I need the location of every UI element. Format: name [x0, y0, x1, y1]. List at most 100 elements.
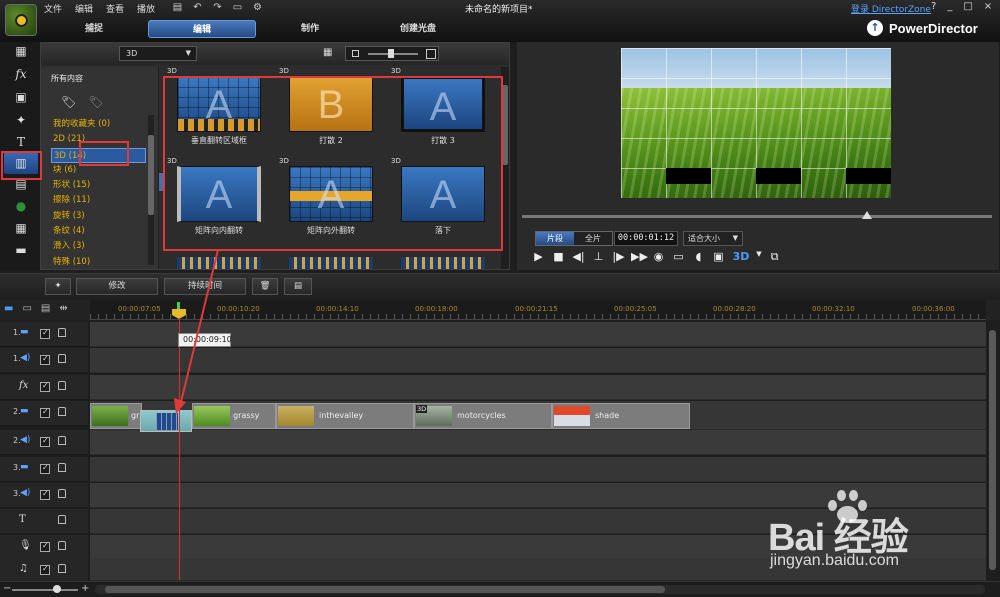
timeline-horizontal-scrollbar[interactable] [95, 585, 985, 594]
transition-type-dropdown[interactable]: 3D ▼ [119, 46, 197, 61]
menu-edit[interactable]: 编辑 [75, 2, 93, 15]
timecode-display[interactable]: 00:00:01:12 [614, 231, 678, 246]
slider-thumb[interactable] [388, 49, 394, 58]
3d-mode-icon[interactable]: 3D [731, 250, 751, 264]
track-enable-checkbox[interactable] [40, 489, 50, 500]
preview-seek-bar[interactable] [522, 215, 992, 218]
add-tag-icon[interactable]: 🏷 [61, 95, 76, 109]
zoom-in-icon[interactable]: + [81, 583, 89, 594]
fast-forward-icon[interactable]: ▶▶ [631, 250, 648, 264]
directorzone-login-link[interactable]: 登录 DirectorZone [851, 2, 931, 15]
lock-icon[interactable] [58, 381, 66, 390]
monitor-icon[interactable]: ▭ [671, 250, 686, 264]
duration-button[interactable]: 持续时间 [164, 278, 246, 295]
dropped-transition[interactable] [140, 410, 192, 432]
tab-capture[interactable]: 捕捉 [40, 20, 148, 38]
lock-icon[interactable] [58, 463, 66, 472]
particle-room-icon[interactable]: ✦ [11, 112, 31, 128]
undock-icon[interactable]: ⧉ [767, 250, 782, 264]
media-room-icon[interactable]: ▦ [11, 43, 31, 59]
track-enable-checkbox[interactable] [40, 463, 50, 474]
track-enable-checkbox[interactable] [40, 328, 50, 339]
lock-icon[interactable] [58, 328, 66, 337]
fullscreen-icon[interactable]: ▣ [711, 250, 726, 264]
menu-view[interactable]: 查看 [106, 2, 124, 15]
zoom-slider-knob[interactable] [53, 585, 61, 593]
lock-icon[interactable] [58, 436, 66, 445]
track-lane-fx[interactable] [90, 375, 986, 400]
fit-timeline-icon[interactable]: ⇹ [59, 303, 67, 314]
track-enable-checkbox[interactable] [40, 354, 50, 365]
track-lane-audio-2[interactable] [90, 430, 986, 455]
remove-tag-icon[interactable]: 🏷 [88, 95, 103, 109]
maximize-button[interactable]: □ [963, 1, 972, 12]
split-icon[interactable]: ⊥ [591, 250, 606, 264]
zoom-out-icon[interactable]: − [3, 583, 11, 594]
help-button[interactable]: ? [931, 1, 936, 12]
category-wipe[interactable]: 擦除 (11) [51, 193, 146, 208]
zoom-slider-track[interactable] [12, 589, 78, 591]
delete-trash-icon[interactable]: 🗑 [252, 278, 278, 295]
chapter-room-icon[interactable]: ▦ [11, 220, 31, 236]
modify-button[interactable]: 修改 [76, 278, 158, 295]
stop-icon[interactable]: ■ [551, 250, 566, 264]
settings-gear-icon[interactable]: ⚙ [252, 2, 263, 13]
track-lane-audio-1[interactable] [90, 348, 986, 373]
clip-mode-button[interactable]: 片段 [536, 232, 574, 245]
lock-icon[interactable] [58, 407, 66, 416]
subtitle-room-icon[interactable]: ▬ [11, 242, 31, 258]
partial-thumb[interactable] [289, 257, 373, 269]
tab-produce[interactable]: 制作 [256, 20, 364, 38]
partial-thumb[interactable] [177, 257, 261, 269]
menu-play[interactable]: 播放 [137, 2, 155, 15]
timeline-view-icon[interactable]: ▬ [4, 303, 13, 314]
play-icon[interactable]: ▶ [531, 250, 546, 264]
category-scrollbar[interactable] [148, 115, 154, 265]
movie-mode-button[interactable]: 全片 [574, 232, 612, 245]
track-enable-checkbox[interactable] [40, 381, 50, 392]
category-rotate[interactable]: 旋转 (3) [51, 209, 146, 224]
timeline-ruler[interactable]: 00:00:07:05 00:00:10:20 00:00:14:10 00:0… [90, 300, 986, 320]
timeline-clip[interactable]: shade [552, 403, 690, 429]
aspect-ratio-icon[interactable]: ▭ [232, 2, 243, 13]
magic-tool-icon[interactable]: ✦ [45, 278, 71, 295]
snapshot-icon[interactable]: ◉ [651, 250, 666, 264]
track-lane-video-3[interactable] [90, 457, 986, 482]
undo-icon[interactable]: ↶ [192, 2, 203, 13]
more-options-icon[interactable]: ▤ [284, 278, 312, 295]
storyboard-view-icon[interactable]: ▭ [22, 303, 31, 314]
timeline-clip[interactable]: grassy [192, 403, 276, 429]
category-special[interactable]: 特殊 (10) [51, 255, 146, 270]
lock-icon[interactable] [58, 489, 66, 498]
next-frame-icon[interactable]: |▶ [611, 250, 626, 264]
fit-size-dropdown[interactable]: 适合大小 ▼ [683, 231, 743, 246]
lock-icon[interactable] [58, 541, 66, 550]
category-stripe[interactable]: 条纹 (4) [51, 224, 146, 239]
category-favorites[interactable]: 我的收藏夹 (0) [51, 117, 146, 132]
track-enable-checkbox[interactable] [40, 407, 50, 418]
menu-file[interactable]: 文件 [44, 2, 62, 15]
category-shape[interactable]: 形状 (15) [51, 178, 146, 193]
minimize-button[interactable]: _ [947, 1, 952, 12]
lock-icon[interactable] [58, 564, 66, 573]
voiceover-room-icon[interactable]: ● [11, 198, 31, 214]
tab-create-disc[interactable]: 创建光盘 [364, 20, 472, 38]
thumbnail-size-slider[interactable] [345, 46, 439, 61]
close-button[interactable]: × [984, 1, 992, 12]
chevron-down-icon[interactable]: ▼ [756, 250, 762, 264]
seek-handle[interactable] [862, 211, 872, 219]
lock-icon[interactable] [58, 354, 66, 363]
track-enable-checkbox[interactable] [40, 564, 50, 575]
effects-room-icon[interactable]: fx [11, 66, 31, 82]
timeline-clip[interactable]: gr [90, 403, 142, 429]
partial-thumb[interactable] [401, 257, 485, 269]
track-manager-icon[interactable]: ▤ [41, 303, 50, 314]
pip-room-icon[interactable]: ▣ [11, 89, 31, 105]
tab-edit[interactable]: 编辑 [148, 20, 256, 38]
timeline-clip[interactable]: inthevalley [276, 403, 414, 429]
title-room-icon[interactable]: T [11, 134, 31, 150]
redo-icon[interactable]: ↷ [212, 2, 223, 13]
timeline-clip[interactable]: 3D motorcycles [414, 403, 552, 429]
volume-icon[interactable]: ◖ [691, 250, 706, 264]
lock-icon[interactable] [58, 515, 66, 524]
